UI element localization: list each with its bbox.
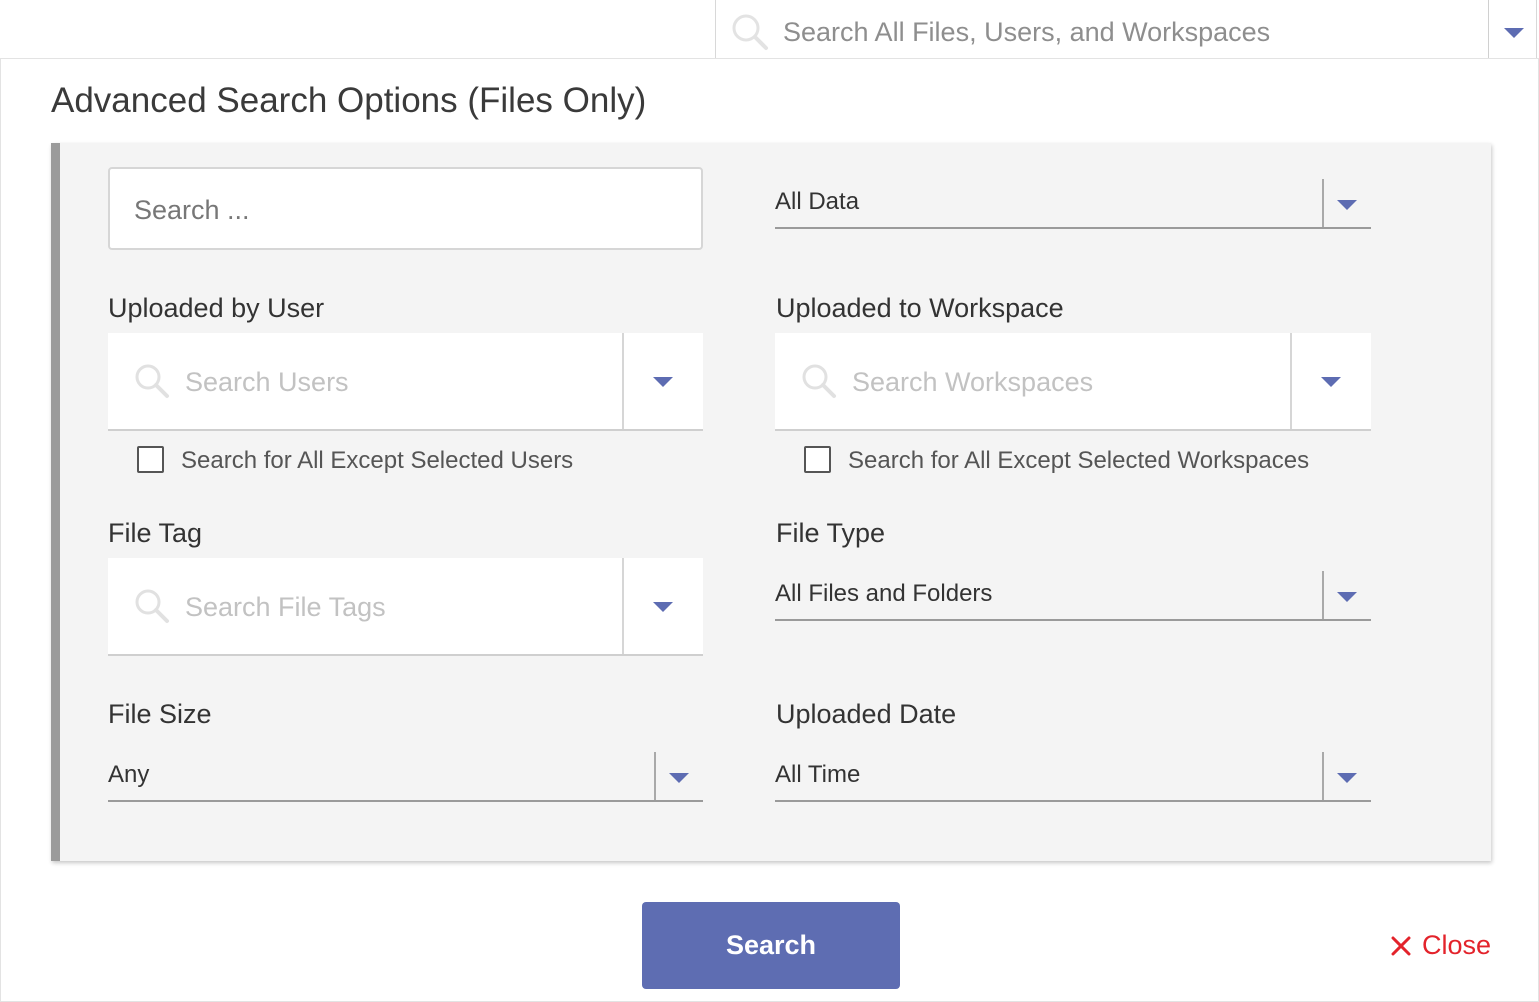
except-workspaces-checkbox[interactable] (804, 446, 831, 473)
uploaded-date-value: All Time (775, 761, 861, 788)
except-workspaces-checkbox-row[interactable]: Search for All Except Selected Workspace… (804, 445, 1364, 475)
search-icon (802, 364, 836, 398)
select-divider (1290, 333, 1292, 429)
uploaded-by-user-label: Uploaded by User (108, 293, 325, 323)
except-users-checkbox-row[interactable]: Search for All Except Selected Users (137, 445, 657, 475)
chevron-down-icon[interactable] (1337, 592, 1357, 602)
chevron-down-icon[interactable] (669, 773, 689, 783)
workspace-search-box[interactable]: Search Workspaces (775, 333, 1371, 431)
chevron-down-icon[interactable] (1337, 200, 1357, 210)
except-users-checkbox[interactable] (137, 446, 164, 473)
file-type-value: All Files and Folders (775, 580, 993, 607)
select-divider (622, 333, 624, 429)
select-divider (654, 752, 656, 800)
chevron-down-icon[interactable] (653, 377, 673, 387)
chevron-down-icon[interactable] (1321, 377, 1341, 387)
uploaded-to-workspace-label: Uploaded to Workspace (776, 293, 1064, 323)
user-search-box[interactable]: Search Users (108, 333, 703, 431)
scope-select-value: All Data (775, 188, 860, 215)
modal-title: Advanced Search Options (Files Only) (51, 81, 647, 120)
keyword-search-placeholder: Search ... (134, 195, 250, 225)
advanced-search-modal: Advanced Search Options (Files Only) Sea… (0, 58, 1539, 1002)
user-search-input[interactable]: Search Users (185, 367, 349, 398)
file-type-select[interactable]: All Files and Folders (775, 571, 1371, 621)
chevron-down-icon[interactable] (653, 602, 673, 612)
close-icon (1391, 936, 1411, 956)
search-icon (732, 14, 768, 50)
close-button[interactable]: Close (1390, 930, 1491, 966)
global-search-input[interactable]: Search All Files, Users, and Workspaces (783, 17, 1270, 48)
search-icon (135, 589, 169, 623)
file-size-value: Any (108, 761, 150, 788)
keyword-search-input[interactable]: Search ... (108, 167, 703, 250)
global-search-bar[interactable]: Search All Files, Users, and Workspaces (715, 0, 1537, 60)
file-type-label: File Type (776, 518, 886, 548)
file-size-label: File Size (108, 699, 212, 729)
chevron-down-icon[interactable] (1504, 28, 1524, 38)
scope-select[interactable]: All Data (775, 179, 1371, 229)
global-search-divider (1488, 0, 1489, 58)
advanced-search-panel: Search ... All Data Uploaded by User Sea… (51, 143, 1491, 861)
uploaded-date-select[interactable]: All Time (775, 752, 1371, 802)
chevron-down-icon[interactable] (1337, 773, 1357, 783)
file-tag-label: File Tag (108, 518, 203, 548)
close-label[interactable]: Close (1422, 930, 1491, 960)
uploaded-date-label: Uploaded Date (776, 699, 957, 729)
except-workspaces-label[interactable]: Search for All Except Selected Workspace… (848, 447, 1309, 475)
select-divider (1322, 752, 1324, 800)
select-divider (1322, 179, 1324, 227)
file-tag-search-box[interactable]: Search File Tags (108, 558, 703, 656)
select-divider (622, 558, 624, 654)
except-users-label[interactable]: Search for All Except Selected Users (181, 447, 573, 475)
file-tag-search-input[interactable]: Search File Tags (185, 592, 386, 623)
search-icon (135, 364, 169, 398)
workspace-search-input[interactable]: Search Workspaces (852, 367, 1093, 398)
file-size-select[interactable]: Any (108, 752, 703, 802)
search-button[interactable]: Search (642, 902, 900, 989)
select-divider (1322, 571, 1324, 619)
